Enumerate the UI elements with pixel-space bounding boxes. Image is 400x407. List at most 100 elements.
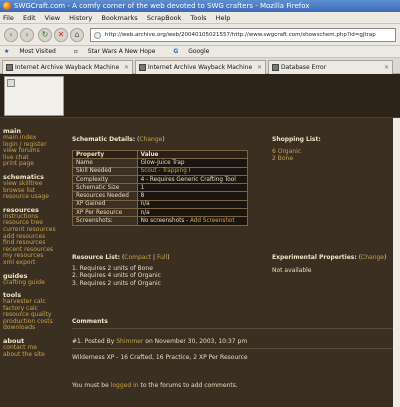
forward-button[interactable]: › xyxy=(20,28,34,42)
tab-label: Internet Archive Wayback Machine xyxy=(148,64,253,71)
menu-tools[interactable]: Tools xyxy=(191,14,207,22)
experimental-properties: Experimental Properties: (Change) Not av… xyxy=(272,254,386,274)
schematic-heading-row: Schematic Details: (Change) xyxy=(72,136,165,143)
menu-scrapbook[interactable]: ScrapBook xyxy=(147,14,182,22)
sidebar-link-downloads[interactable]: downloads xyxy=(3,325,61,332)
list-item: 1. Requires 2 units of Bone xyxy=(72,264,153,272)
schematic-change-link[interactable]: Change xyxy=(139,136,162,143)
bookmark-google[interactable]: G Google xyxy=(173,48,217,55)
sidebar-link-resource-usage[interactable]: resource usage xyxy=(3,194,61,201)
stop-button[interactable]: ✕ xyxy=(54,28,68,42)
row-value: 4 - Requires Generic Crafting Tool xyxy=(136,174,249,185)
comment-login-notice: You must be logged in to the forums to a… xyxy=(72,382,238,389)
menu-help[interactable]: Help xyxy=(216,14,231,22)
bookmarks-toolbar: ★ Most Visited ▫ Star Wars A New Hope G … xyxy=(0,46,400,58)
shopping-list: Shopping List: 6 Organic 2 Bone xyxy=(272,136,321,162)
tab-database-error[interactable]: Database Error ✕ xyxy=(268,60,393,74)
add-screenshot-link[interactable]: Add Screenshot xyxy=(190,218,235,224)
sidebar-link-about-site[interactable]: about the site xyxy=(3,351,61,359)
close-icon[interactable]: ✕ xyxy=(124,61,129,74)
url-text: http://web.archive.org/web/2004010502155… xyxy=(105,32,376,38)
divider xyxy=(72,328,396,329)
sidebar-link-print[interactable]: print page xyxy=(3,161,61,168)
tab-wayback-2[interactable]: Internet Archive Wayback Machine ✕ xyxy=(135,60,266,74)
menu-edit[interactable]: Edit xyxy=(23,14,36,22)
google-icon: G xyxy=(173,48,179,55)
comment-prefix: #1. Posted By xyxy=(72,338,115,345)
experimental-change-link[interactable]: Change xyxy=(361,254,384,261)
row-label: Skill Needed xyxy=(72,166,138,176)
bookmark-most-visited[interactable]: ★ Most Visited xyxy=(4,48,64,55)
compact-view-link[interactable]: Compact xyxy=(124,254,151,261)
table-row: Resources Needed 8 xyxy=(72,191,249,201)
menu-file[interactable]: File xyxy=(3,14,14,22)
row-label: Schematic Size xyxy=(72,183,138,193)
table-row: Screenshots: No screenshots - Add Screen… xyxy=(72,216,249,226)
login-link[interactable]: logged in xyxy=(111,382,139,389)
table-row: Schematic Size 1 xyxy=(72,183,249,193)
sidebar-nav: main main index login / register view fo… xyxy=(0,118,64,407)
row-label: Resources Needed xyxy=(72,191,138,201)
bookmark-star-wars[interactable]: ▫ Star Wars A New Hope xyxy=(74,48,164,55)
shopping-item-organic[interactable]: 6 Organic xyxy=(272,148,321,155)
menu-bookmarks[interactable]: Bookmarks xyxy=(101,14,137,22)
tab-label: Database Error xyxy=(281,64,327,71)
menu-view[interactable]: View xyxy=(45,14,60,22)
tab-favicon xyxy=(139,64,146,71)
table-header-row: Property Value xyxy=(72,149,249,160)
url-input[interactable]: http://web.archive.org/web/2004010502155… xyxy=(90,28,396,42)
list-item: 3. Requires 2 units of Organic xyxy=(72,279,161,287)
arrow-right-icon: › xyxy=(25,30,29,39)
resource-list-heading-row: Resource List: (Compact | Full) xyxy=(72,254,170,261)
sidebar-link-crafting-guide[interactable]: crafting guide xyxy=(3,279,61,287)
close-icon[interactable]: ✕ xyxy=(257,61,262,74)
page-scrollbar[interactable] xyxy=(393,118,400,407)
tab-label: Internet Archive Wayback Machine xyxy=(15,64,120,71)
screenshots-status: No screenshots - xyxy=(140,218,189,225)
reload-icon: ↻ xyxy=(41,30,49,39)
login-notice-post: to the forums to add comments. xyxy=(140,382,238,389)
comment-body: Wilderness XP - 16 Crafted, 16 Practice,… xyxy=(72,354,248,361)
home-button[interactable]: ⌂ xyxy=(70,28,84,42)
tab-wayback-1[interactable]: Internet Archive Wayback Machine ✕ xyxy=(2,60,133,74)
table-row: XP Per Resource n/a xyxy=(72,208,249,218)
row-label: XP Gained xyxy=(72,199,138,210)
column-header-property: Property xyxy=(72,149,138,160)
list-item: 2. Requires 4 units of Organic xyxy=(72,272,161,279)
experimental-heading: Experimental Properties: xyxy=(272,254,357,261)
login-notice-pre: You must be xyxy=(72,382,109,389)
tab-strip: Internet Archive Wayback Machine ✕ Inter… xyxy=(0,58,400,74)
row-value: 1 xyxy=(136,183,249,193)
resource-list-heading: Resource List: xyxy=(72,254,121,261)
back-button[interactable]: ‹ xyxy=(4,28,18,42)
table-row: Name Glow-Juice Trap xyxy=(72,158,249,168)
row-value: n/a xyxy=(136,208,249,218)
site-logo[interactable] xyxy=(4,76,64,116)
firefox-icon xyxy=(3,2,11,10)
reload-button[interactable]: ↻ xyxy=(38,28,52,42)
shopping-item-bone[interactable]: 2 Bone xyxy=(272,155,321,162)
experimental-heading-row: Experimental Properties: (Change) xyxy=(272,254,387,261)
skill-link[interactable]: Scout - Trapping I xyxy=(141,168,191,174)
row-value: n/a xyxy=(136,199,249,210)
comment-date: on November 30, 2003, 10:37 pm xyxy=(145,338,248,345)
star-icon: ★ xyxy=(4,48,10,55)
menu-history[interactable]: History xyxy=(69,14,92,22)
row-label: XP Per Resource xyxy=(72,208,138,218)
window-title-bar: SWGCraft.com - A comfy corner of the web… xyxy=(0,0,400,12)
column-header-value: Value xyxy=(136,149,249,160)
row-value-skill: Scout - Trapping I xyxy=(136,166,249,176)
comment-author-link[interactable]: Shimmer xyxy=(116,338,143,345)
broken-image-icon xyxy=(7,79,15,87)
schematic-table: Property Value Name Glow-Juice Trap Skil… xyxy=(72,149,249,226)
close-icon[interactable]: ✕ xyxy=(384,61,389,74)
row-label: Complexity xyxy=(72,174,138,185)
full-view-link[interactable]: Full xyxy=(157,254,167,261)
sidebar-link-xml-export[interactable]: xml export xyxy=(3,259,61,267)
shopping-list-heading: Shopping List: xyxy=(272,136,321,143)
table-row: Complexity 4 - Requires Generic Crafting… xyxy=(72,174,249,185)
arrow-left-icon: ‹ xyxy=(9,30,13,39)
globe-icon xyxy=(94,32,101,39)
page-icon: ▫ xyxy=(73,48,78,55)
tab-favicon xyxy=(6,64,13,71)
